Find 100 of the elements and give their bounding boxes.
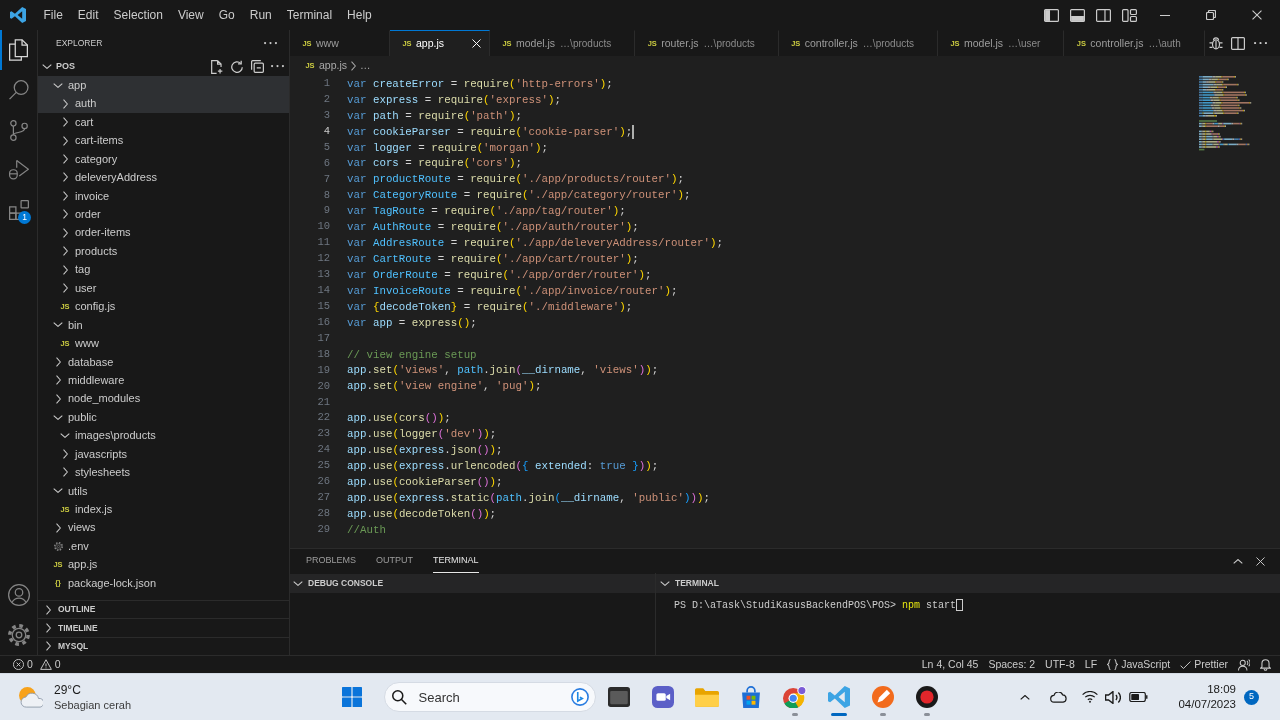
refresh-icon[interactable] [231,60,243,73]
search-input[interactable]: Search [418,686,559,708]
menu-item[interactable]: Run [242,5,280,25]
status-item[interactable]: JavaScript [1102,656,1176,673]
tree-item[interactable]: middleware [38,371,289,390]
wifi-icon[interactable] [1082,691,1099,703]
speaker-icon[interactable] [1105,690,1122,704]
temperature-text: 29°C [54,682,82,698]
line-number: 18 [316,346,330,362]
panel-tab[interactable]: TERMINAL [433,549,479,573]
split-layout-icon[interactable] [1095,8,1111,22]
status-item[interactable]: Ln 4, Col 45 [916,656,984,673]
tree-item[interactable]: public [38,407,289,427]
tricolor-ring-icon[interactable] [782,685,807,709]
activity-tab[interactable]: 1 [0,190,37,230]
swirl-logo-icon[interactable] [570,688,589,706]
code-line: var path = require('path'); [347,108,522,124]
account-icon[interactable] [7,584,30,606]
menu-item[interactable]: Help [339,5,380,25]
tree-item[interactable]: deleveryAddress [38,168,289,187]
chevron-up-icon[interactable] [1020,694,1031,700]
tree-item[interactable]: category [38,149,289,169]
split-editor-icon[interactable] [1231,36,1245,50]
tree-item[interactable]: .env [38,536,289,556]
status-item[interactable]: Spaces: 2 [983,656,1041,673]
person-broadcast-icon[interactable] [1238,658,1250,671]
shopping-bag-icon[interactable] [741,686,760,708]
left-panel-icon[interactable] [1043,8,1059,22]
line-number: 8 [322,187,330,203]
tree-item[interactable]: invoice [38,186,289,206]
line-number: 19 [316,362,330,378]
more-icon[interactable] [264,42,277,45]
video-camera-icon[interactable] [651,686,674,708]
tree-item[interactable]: tag [38,260,289,279]
record-icon[interactable] [915,686,938,708]
bottom-panel-icon[interactable] [1069,8,1085,22]
bell-icon[interactable] [1260,658,1271,671]
ribbon-logo-icon[interactable] [10,7,26,23]
tree-item[interactable]: stylesheets [38,463,289,482]
more-icon[interactable] [270,65,284,68]
pen-icon[interactable] [871,686,894,708]
status-item[interactable]: UTF-8 [1040,656,1080,673]
close-icon[interactable] [1255,556,1265,566]
tree-item[interactable]: cart [38,112,289,132]
clock-date[interactable]: 04/07/2023 [1178,697,1236,712]
window-icon[interactable] [607,687,630,707]
line-number: 29 [316,521,330,537]
restore-icon[interactable] [1206,10,1216,20]
breadcrumb-item[interactable]: … [360,58,371,74]
menu-item[interactable]: Edit [70,5,107,25]
search-box[interactable]: Search [383,682,596,712]
panel-tab[interactable]: PROBLEMS [306,549,356,573]
menu-item[interactable]: Selection [106,5,171,25]
tree-item[interactable]: bin [38,315,289,335]
tree-item[interactable]: order [38,205,289,224]
tree-item[interactable]: products [38,241,289,261]
collapse-all-icon[interactable] [250,60,264,73]
code-line: var app = express(); [347,315,477,331]
section-header[interactable]: DEBUG CONSOLE [290,574,655,593]
tree-item[interactable]: views [38,518,289,537]
menu-item[interactable]: Terminal [279,5,340,25]
tree-item[interactable]: app [38,76,289,95]
menu-item[interactable]: Go [211,5,243,25]
notification-count[interactable]: 5 [1244,689,1259,705]
problems-status[interactable]: 0 0 [8,656,66,673]
battery-icon[interactable] [1129,692,1149,702]
status-item[interactable]: LF [1079,656,1103,673]
sidebar-title: EXPLORER [56,37,103,50]
menu-item[interactable]: File [36,5,71,25]
close-icon[interactable] [1252,10,1262,20]
line-number: 15 [316,299,330,314]
tree-item[interactable]: database [38,352,289,371]
code-line: app.use(express.urlencoded({ extended: true })); [347,459,659,474]
tree-item[interactable]: images\products [38,426,289,445]
section-header[interactable]: TERMINAL [656,574,1280,593]
tree-item[interactable]: node_modules [38,389,289,408]
more-icon[interactable] [1253,41,1267,45]
bug-icon[interactable] [1209,36,1223,50]
minimize-icon[interactable] [1160,14,1170,16]
cloud-icon[interactable] [1050,691,1068,703]
grid-logo-icon[interactable] [341,687,362,707]
tree-item[interactable]: user [38,278,289,298]
layout-grid-icon[interactable] [1121,8,1137,22]
menu-item[interactable]: View [170,5,212,25]
tree-item[interactable]: order-items [38,223,289,242]
new-file-icon[interactable] [211,59,223,74]
section-header[interactable]: TIMELINE [38,618,289,637]
clock-time[interactable]: 18:09 [1178,682,1236,697]
tree-item[interactable]: utils [38,481,289,501]
code-line: var logger = require('morgan'); [347,140,548,156]
section-header[interactable]: OUTLINE [38,600,289,619]
tree-item[interactable]: cart-items [38,131,289,150]
code-line: // view engine setup [347,347,477,363]
check-icon [1180,660,1192,669]
tree-item[interactable]: javascripts [38,444,289,464]
panel-tab[interactable]: OUTPUT [376,549,413,573]
settings-icon[interactable] [7,624,30,646]
status-item[interactable]: Prettier [1175,656,1233,673]
tree-item[interactable]: auth [38,94,289,113]
folder-header[interactable]: POS [41,57,207,76]
